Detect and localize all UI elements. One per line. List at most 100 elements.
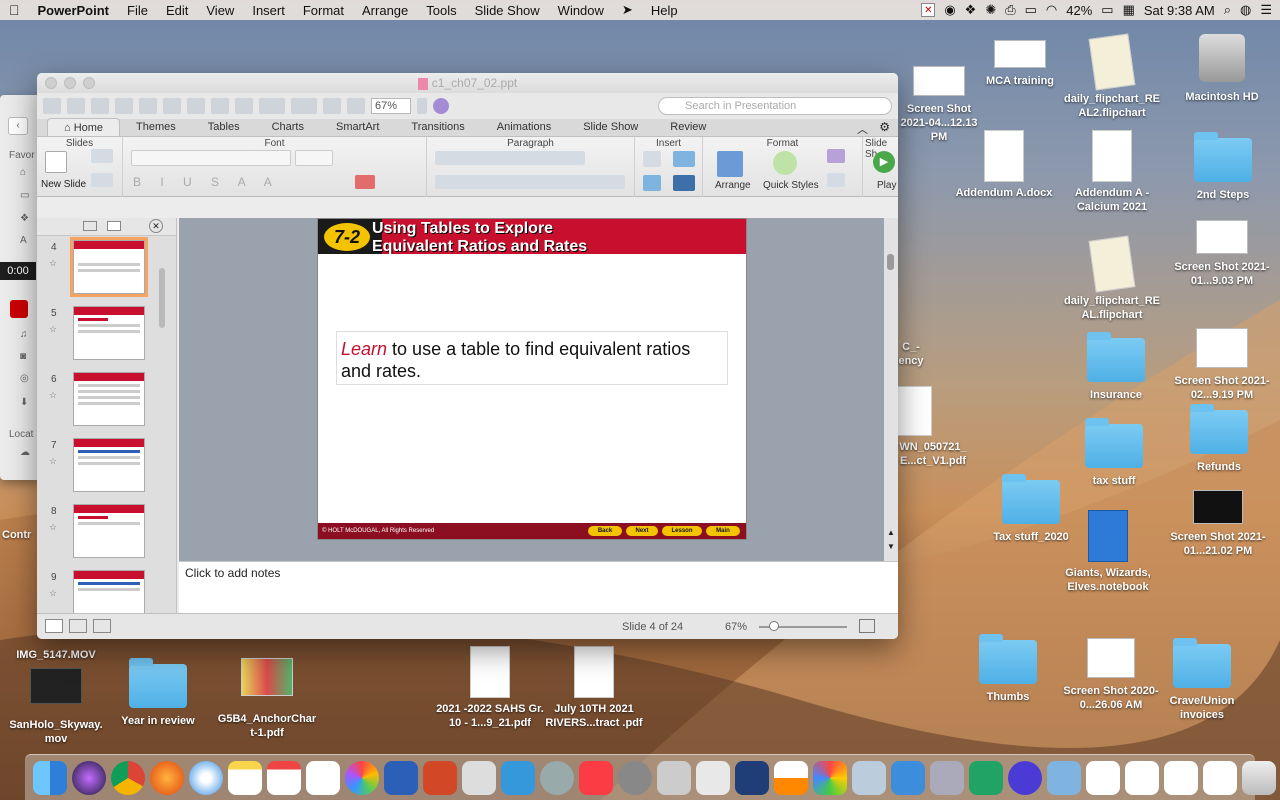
picture-icon[interactable] — [673, 151, 695, 167]
notes-icon[interactable] — [228, 760, 262, 795]
format-painter-icon[interactable] — [235, 98, 253, 114]
desktop-icon-july-pdf[interactable]: July 10TH 2021 RIVERS...tract .pdf — [540, 646, 648, 730]
menu-window[interactable]: Window — [549, 3, 613, 18]
desktop-icon-flipchart-real2[interactable]: daily_flipchart_RE AL2.flipchart — [1062, 33, 1162, 120]
word-icon[interactable] — [384, 760, 418, 795]
chrome-icon[interactable] — [111, 760, 145, 795]
app-star-icon[interactable] — [1008, 760, 1042, 795]
desktop-icon-screenshot-2606[interactable]: Screen Shot 2020-0...26.06 AM — [1056, 638, 1166, 712]
desktop-icon-2nd-steps[interactable]: 2nd Steps — [1180, 132, 1266, 202]
colorful-app-icon[interactable] — [813, 760, 847, 795]
slide-thumbnail[interactable]: 4 ☆ — [37, 237, 167, 300]
desktop-icon-img-mov[interactable]: IMG_5147.MOV — [10, 648, 102, 662]
siri-icon[interactable] — [72, 760, 106, 795]
dropbox-icon[interactable]: ❖ — [20, 213, 29, 224]
desktop-icon-partial-c[interactable]: C_- ency — [896, 340, 926, 368]
siri-icon[interactable]: ◍ — [1240, 2, 1251, 18]
screenshot-icon[interactable] — [657, 760, 691, 795]
back-button[interactable]: ‹ — [8, 117, 28, 135]
slide-title[interactable]: Using Tables to Explore Equivalent Ratios… — [372, 220, 587, 254]
desktop-icon-flipchart-real[interactable]: daily_flipchart_RE AL.flipchart — [1062, 235, 1162, 322]
slide-thumbnail[interactable]: 6 ☆ — [37, 372, 167, 432]
finder-icon[interactable] — [33, 760, 67, 795]
tab-transitions[interactable]: Transitions — [395, 118, 480, 136]
desktop-partial-label-contr[interactable]: Contr — [2, 528, 42, 542]
launchpad-icon[interactable] — [540, 760, 574, 795]
desktop-icon-screenshot-903[interactable]: Screen Shot 2021-01...9.03 PM — [1170, 220, 1274, 288]
ribbon-options-gear-icon[interactable]: ⚙ — [879, 120, 890, 134]
music-icon[interactable] — [579, 760, 613, 795]
desktop-icon-sahs-pdf[interactable]: 2021 -2022 SAHS Gr. 10 - 1...9_21.pdf — [436, 646, 544, 730]
alignment-icons[interactable] — [435, 175, 625, 189]
desktop-icon-refunds[interactable]: Refunds — [1176, 404, 1262, 474]
next-slide-arrow-icon[interactable]: ▼ — [887, 542, 895, 551]
font-color-icon[interactable] — [355, 175, 375, 189]
menu-tools[interactable]: Tools — [417, 3, 465, 18]
safari-icon[interactable] — [189, 760, 223, 795]
tab-tables[interactable]: Tables — [192, 118, 256, 136]
desktop-icon-screenshot-919[interactable]: Screen Shot 2021-02...9.19 PM — [1170, 328, 1274, 402]
desktop-icon-mca-training[interactable]: MCA training — [978, 40, 1062, 88]
slide-sorter-view-icon[interactable] — [69, 619, 87, 633]
recent-doc-icon[interactable] — [1164, 760, 1198, 795]
shape-fill-icon[interactable] — [827, 149, 845, 163]
desktop-icon-macintosh-hd[interactable]: Macintosh HD — [1176, 34, 1268, 104]
desktop-icon-anchor-chart[interactable]: G5B4_AnchorChar t-1.pdf — [214, 658, 320, 740]
menu-slide-show[interactable]: Slide Show — [466, 3, 549, 18]
desktop-icon-addendum-a[interactable]: Addendum A.docx — [954, 130, 1054, 200]
script-menu-icon[interactable]: ➤ — [613, 2, 642, 18]
minimize-window-button[interactable] — [64, 77, 76, 89]
battery-percent[interactable]: 42% — [1066, 3, 1092, 18]
desktop-icon[interactable]: ▭ — [20, 190, 29, 201]
airplay-icon[interactable]: ▭ — [1025, 2, 1037, 18]
icloud-icon[interactable]: ☁ — [20, 447, 30, 458]
capture-icon[interactable] — [696, 760, 730, 795]
vlc-icon[interactable] — [774, 760, 808, 795]
back-nav-button[interactable]: Back — [588, 526, 622, 536]
quick-styles-button[interactable]: Quick Styles — [763, 180, 819, 191]
menu-file[interactable]: File — [118, 3, 157, 18]
close-window-button[interactable] — [45, 77, 57, 89]
current-slide[interactable]: 7-2 Using Tables to Explore Equivalent Ra… — [317, 218, 747, 540]
new-slide-icon[interactable] — [45, 151, 67, 173]
close-pane-icon[interactable]: ✕ — [149, 219, 163, 233]
tab-charts[interactable]: Charts — [256, 118, 320, 136]
menu-insert[interactable]: Insert — [243, 3, 294, 18]
zoom-slider-knob[interactable] — [769, 621, 779, 631]
fit-to-window-icon[interactable] — [859, 619, 875, 633]
open-icon[interactable] — [91, 98, 109, 114]
arrange-icon[interactable] — [717, 151, 743, 177]
font-format-buttons[interactable]: B I U S A A — [133, 175, 280, 189]
desktop-icon-wn-pdf[interactable]: WN_050721_ E...ct_V1.pdf — [896, 386, 970, 468]
desktop-icon-screenshot-2102[interactable]: Screen Shot 2021-01...21.02 PM — [1168, 490, 1268, 558]
airdrop-icon[interactable]: ◎ — [20, 373, 29, 384]
music-icon[interactable]: ♫ — [20, 329, 28, 340]
menu-edit[interactable]: Edit — [157, 3, 197, 18]
desktop-icon-thumbs[interactable]: Thumbs — [966, 634, 1050, 704]
objective-text-box[interactable]: Learn to use a table to find equivalent … — [336, 331, 728, 385]
firefox-icon[interactable] — [150, 760, 184, 795]
downloads-icon[interactable]: ⬇ — [20, 397, 28, 408]
excel-icon[interactable] — [969, 760, 1003, 795]
menu-app-name[interactable]: PowerPoint — [29, 3, 119, 18]
movies-icon[interactable] — [10, 300, 28, 318]
window-titlebar[interactable]: c1_ch07_02.ppt — [37, 73, 898, 93]
play-icon[interactable]: ▶ — [873, 151, 895, 173]
desktop-icon-crave-union[interactable]: Crave/Union invoices — [1160, 638, 1244, 722]
shape-icon[interactable] — [643, 175, 661, 191]
slide-thumbnail[interactable]: 5 ☆ — [37, 306, 167, 366]
menu-view[interactable]: View — [197, 3, 243, 18]
spotlight-search-icon[interactable]: ⌕ — [1224, 2, 1231, 18]
apple-menu-icon[interactable]:  — [0, 2, 29, 18]
tab-smartart[interactable]: SmartArt — [320, 118, 395, 136]
menu-format[interactable]: Format — [294, 3, 353, 18]
notification-center-icon[interactable]: ☰ — [1260, 2, 1272, 18]
menu-help[interactable]: Help — [642, 3, 687, 18]
desktop-icon-tax-stuff[interactable]: tax stuff — [1072, 418, 1156, 488]
home-icon[interactable]: ⌂ — [20, 167, 26, 178]
quick-styles-icon[interactable] — [773, 151, 797, 175]
slide-show-view-icon[interactable] — [93, 619, 111, 633]
calendar-icon[interactable] — [267, 760, 301, 795]
tab-animations[interactable]: Animations — [481, 118, 567, 136]
undo-icon[interactable] — [259, 98, 285, 114]
